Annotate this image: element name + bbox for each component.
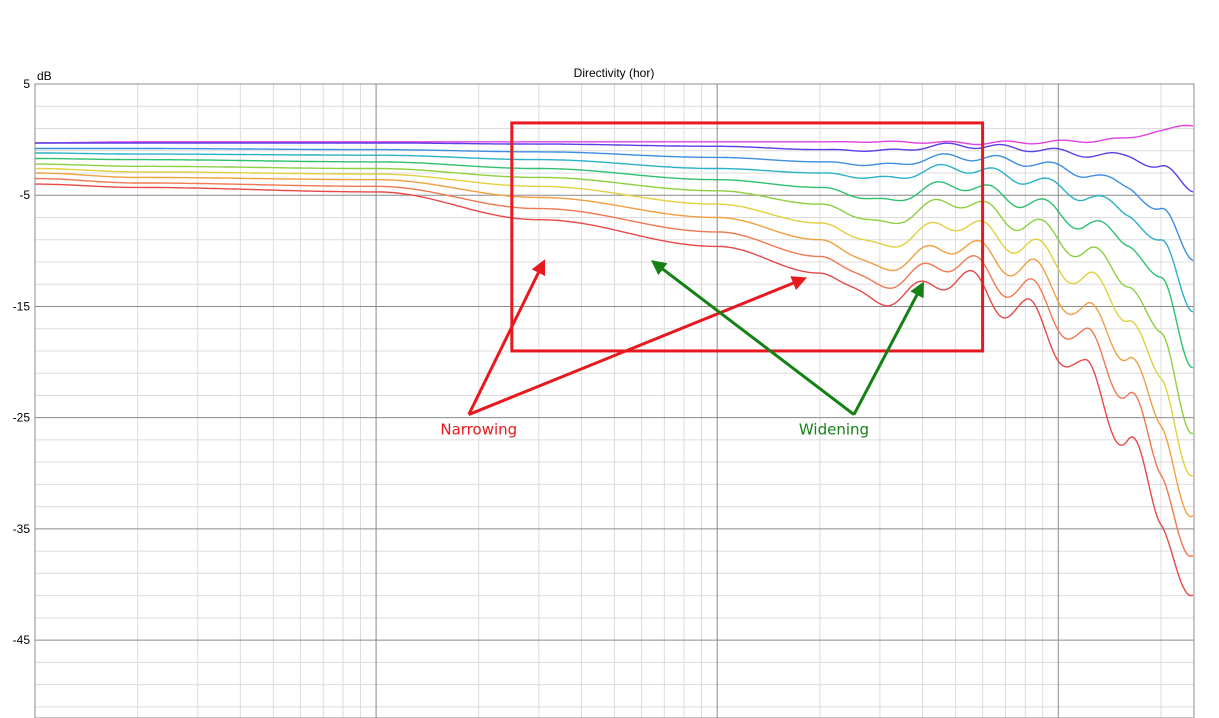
annotation-label: Narrowing [440, 421, 517, 439]
chart-title: Directivity (hor) [574, 66, 655, 80]
y-axis-unit: dB [37, 69, 52, 83]
y-tick-label: -15 [13, 299, 31, 313]
y-tick-label: -45 [13, 633, 31, 647]
annotation-label: Widening [799, 421, 869, 439]
directivity-chart: 5 -5 -15 -25 -35 -45 Directivity (hor) dB Nar… [0, 0, 1219, 718]
y-tick-label: -5 [19, 188, 30, 202]
y-tick-label: -35 [13, 522, 31, 536]
y-tick-label: 5 [23, 77, 30, 91]
y-tick-label: -25 [13, 411, 31, 425]
